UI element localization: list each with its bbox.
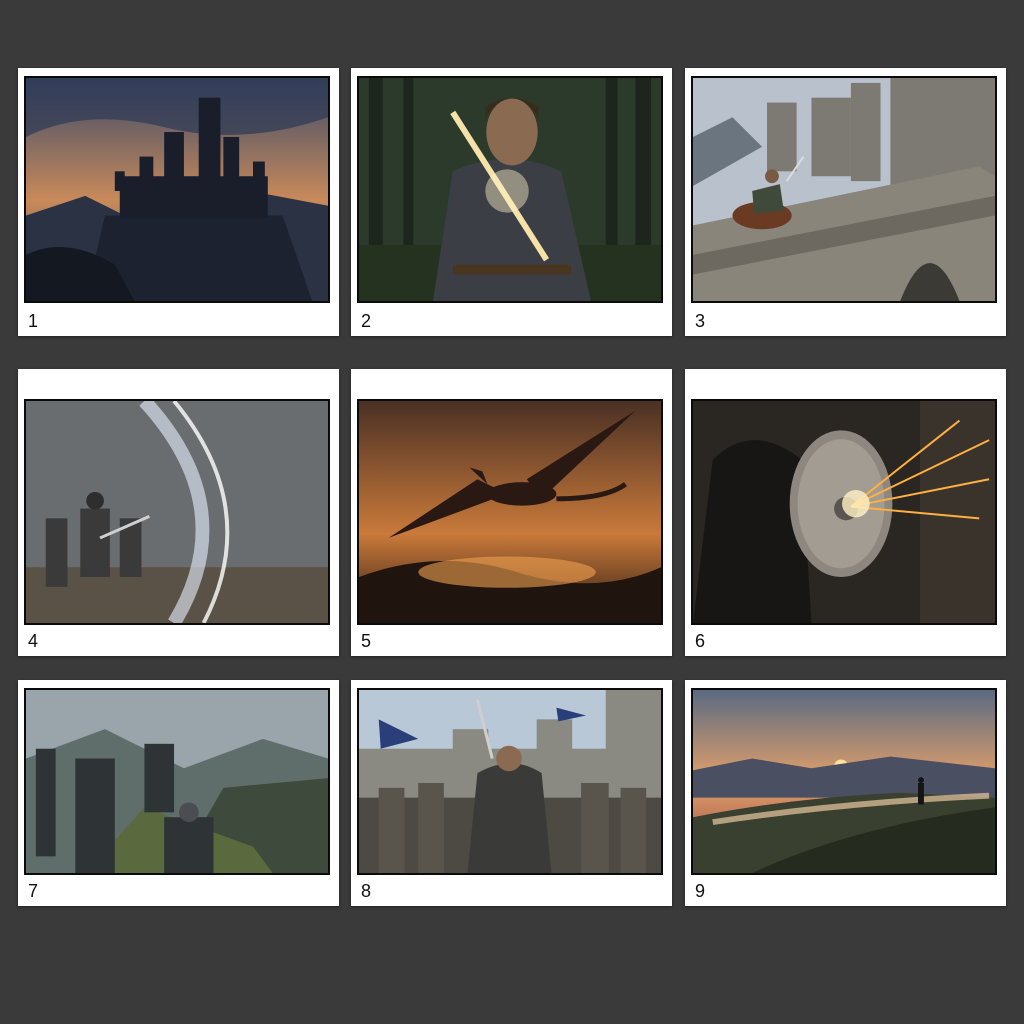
panel-card-2[interactable]: 2 bbox=[351, 68, 672, 336]
panel-card-4[interactable]: 4 bbox=[18, 369, 339, 656]
panel-card-3[interactable]: 3 bbox=[685, 68, 1006, 336]
panel-card-9[interactable]: 9 bbox=[685, 680, 1006, 906]
panel-image-3 bbox=[691, 76, 997, 303]
panel-card-6[interactable]: 6 bbox=[685, 369, 1006, 656]
panel-image-1 bbox=[24, 76, 330, 303]
panel-number-9: 9 bbox=[695, 881, 706, 901]
panel-image-8 bbox=[357, 688, 663, 875]
panel-card-5[interactable]: 5 bbox=[351, 369, 672, 656]
panel-image-9 bbox=[691, 688, 997, 875]
storyboard-grid: 1 2 3 4 5 6 7 8 9 bbox=[0, 0, 1024, 1024]
panel-image-6 bbox=[691, 399, 997, 625]
panel-card-1[interactable]: 1 bbox=[18, 68, 339, 336]
panel-image-2 bbox=[357, 76, 663, 303]
panel-card-7[interactable]: 7 bbox=[18, 680, 339, 906]
panel-number-7: 7 bbox=[28, 881, 39, 901]
panel-number-6: 6 bbox=[695, 631, 706, 651]
panel-number-8: 8 bbox=[361, 881, 372, 901]
panel-number-2: 2 bbox=[361, 311, 372, 331]
panel-image-7 bbox=[24, 688, 330, 875]
panel-number-4: 4 bbox=[28, 631, 39, 651]
panel-number-5: 5 bbox=[361, 631, 372, 651]
panel-card-8[interactable]: 8 bbox=[351, 680, 672, 906]
panel-number-3: 3 bbox=[695, 311, 706, 331]
panel-image-4 bbox=[24, 399, 330, 625]
panel-image-5 bbox=[357, 399, 663, 625]
panel-number-1: 1 bbox=[28, 311, 39, 331]
